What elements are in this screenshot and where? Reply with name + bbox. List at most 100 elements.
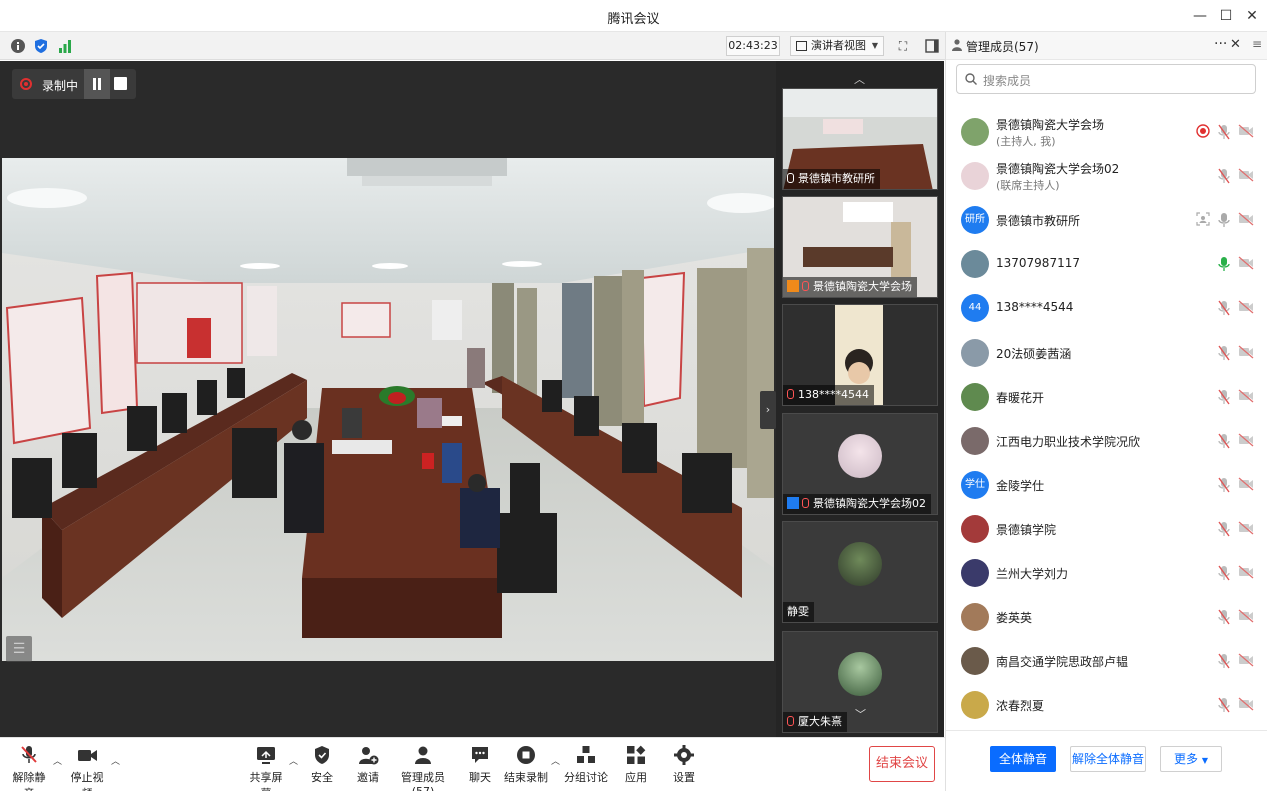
collapse-thumbnails-button[interactable]: › [760, 391, 776, 429]
stop-video-label: 停止视频 [70, 771, 104, 791]
member-row[interactable]: 景德镇陶瓷大学会场02 (联席主持人) [946, 154, 1267, 198]
sidebar-toggle-icon[interactable] [924, 38, 940, 54]
thumbnail-tile[interactable]: 138****4544 [782, 304, 938, 406]
camera-off-icon[interactable] [1238, 389, 1254, 406]
end-recording-button[interactable]: 结束录制 [504, 744, 548, 785]
search-icon [965, 73, 977, 85]
fullscreen-icon[interactable]: ⛶ [895, 38, 911, 54]
thumbnail-tile[interactable]: 厦大朱熹 ﹀ [782, 631, 938, 733]
camera-off-icon[interactable] [1238, 345, 1254, 362]
recording-options-icon[interactable]: ︿ [551, 754, 560, 767]
scroll-up-icon[interactable]: ︿ [854, 71, 865, 87]
share-screen-button[interactable]: 共享屏幕 [246, 744, 286, 791]
minimize-button[interactable]: — [1187, 6, 1213, 26]
chat-button[interactable]: 聊天 [464, 744, 496, 785]
scroll-down-icon[interactable]: ﹀ [855, 706, 866, 722]
stop-recording-button[interactable] [114, 77, 127, 90]
security-button[interactable]: 安全 [306, 744, 338, 785]
close-button[interactable]: ✕ [1239, 6, 1265, 26]
share-options-icon[interactable]: ︿ [289, 754, 298, 767]
avatar: 研所 [961, 206, 989, 235]
member-row[interactable]: 13707987117 [946, 242, 1267, 286]
mic-muted-icon[interactable] [1218, 124, 1230, 143]
member-row[interactable]: 娄英英 [946, 595, 1267, 639]
thumbnail-tile[interactable]: 景德镇陶瓷大学会场 [782, 196, 938, 298]
mic-icon[interactable] [1218, 256, 1230, 275]
mute-all-button[interactable]: 全体静音 [990, 746, 1056, 772]
manage-members-button[interactable]: 管理成员(57) [392, 744, 454, 791]
thumbnail-tile[interactable]: 静雯 [782, 521, 938, 623]
camera-off-icon[interactable] [1238, 565, 1254, 582]
close-panel-icon[interactable]: ✕ [1230, 37, 1241, 52]
recording-indicator: 录制中 [12, 69, 136, 99]
more-options-icon[interactable]: ··· [1214, 36, 1227, 52]
invite-button[interactable]: 邀请 [352, 744, 384, 785]
member-row[interactable]: 20法硕姜茜涵 [946, 331, 1267, 375]
view-mode-label: 演讲者视图 [811, 39, 866, 52]
camera-off-icon[interactable] [1238, 477, 1254, 494]
mic-muted-icon[interactable] [1218, 300, 1230, 319]
avatar [961, 559, 989, 587]
mic-muted-icon[interactable] [1218, 653, 1230, 672]
mic-muted-icon[interactable] [1218, 389, 1230, 408]
camera-off-icon[interactable] [1238, 653, 1254, 670]
stop-video-button[interactable]: 停止视频 [66, 744, 108, 791]
avatar [961, 250, 989, 279]
mic-muted-icon[interactable] [1218, 521, 1230, 540]
thumbnail-tile[interactable]: 景德镇市教研所 [782, 88, 938, 190]
member-row[interactable]: 春暖花开 [946, 375, 1267, 419]
mic-icon[interactable] [1218, 212, 1230, 231]
breakout-button[interactable]: 分组讨论 [564, 744, 608, 785]
settings-button[interactable]: 设置 [668, 744, 700, 785]
mic-muted-icon[interactable] [1218, 345, 1230, 364]
view-mode-select[interactable]: 演讲者视图 ▼ [790, 36, 884, 56]
mic-muted-icon[interactable] [1218, 168, 1230, 187]
member-row[interactable]: 江西电力职业技术学院况欣 [946, 419, 1267, 463]
camera-off-icon[interactable] [1238, 697, 1254, 714]
shield-icon [315, 746, 329, 764]
mic-muted-icon[interactable] [1218, 609, 1230, 628]
camera-off-icon[interactable] [1238, 521, 1254, 538]
member-name: 景德镇陶瓷大学会场02 [996, 162, 1120, 177]
camera-off-icon[interactable] [1238, 124, 1254, 141]
thumbnail-tile[interactable]: 景德镇陶瓷大学会场02 [782, 413, 938, 515]
member-search-input[interactable]: 搜索成员 [956, 64, 1256, 94]
member-row[interactable]: 学仕 金陵学仕 [946, 463, 1267, 507]
maximize-button[interactable]: ☐ [1213, 6, 1239, 26]
camera-off-icon[interactable] [1238, 212, 1254, 229]
list-icon[interactable]: ☰ [6, 636, 32, 662]
member-row[interactable]: 景德镇学院 [946, 507, 1267, 551]
member-name: 浓春烈夏 [996, 699, 1045, 714]
mic-muted-icon[interactable] [1218, 477, 1230, 496]
avatar [961, 647, 989, 676]
shield-icon[interactable] [33, 38, 49, 54]
unmute-all-button[interactable]: 解除全体静音 [1070, 746, 1146, 772]
video-options-icon[interactable]: ︿ [111, 754, 120, 767]
member-row[interactable]: 南昌交通学院思政部卢韫 [946, 639, 1267, 683]
share-screen-icon [257, 747, 275, 764]
signal-strength-icon[interactable] [57, 38, 73, 54]
member-row[interactable]: 浓春烈夏 [946, 683, 1267, 727]
camera-off-icon[interactable] [1238, 609, 1254, 626]
mic-muted-icon[interactable] [1218, 697, 1230, 716]
audio-options-icon[interactable]: ︿ [53, 754, 62, 767]
screen-share-icon [1196, 212, 1210, 229]
member-row[interactable]: 景德镇陶瓷大学会场 (主持人, 我) [946, 110, 1267, 154]
camera-off-icon[interactable] [1238, 300, 1254, 317]
member-row[interactable]: 兰州大学刘力 [946, 551, 1267, 595]
camera-off-icon[interactable] [1238, 433, 1254, 450]
mic-muted-icon[interactable] [1218, 433, 1230, 452]
camera-off-icon[interactable] [1238, 256, 1254, 273]
menu-icon[interactable]: ≡ [1252, 37, 1262, 51]
info-icon[interactable] [10, 38, 26, 54]
mic-muted-icon[interactable] [1218, 565, 1230, 584]
camera-off-icon[interactable] [1238, 168, 1254, 185]
more-button[interactable]: 更多 ▼ [1160, 746, 1222, 772]
end-meeting-button[interactable]: 结束会议 [869, 746, 935, 782]
member-row[interactable]: 44 138****4544 [946, 286, 1267, 330]
apps-button[interactable]: 应用 [620, 744, 652, 785]
unmute-button[interactable]: 解除静音 [8, 744, 50, 791]
member-row[interactable]: 研所 景德镇市教研所 [946, 198, 1267, 242]
pause-recording-button[interactable] [84, 69, 110, 99]
participant-name: 静雯 [787, 605, 809, 618]
